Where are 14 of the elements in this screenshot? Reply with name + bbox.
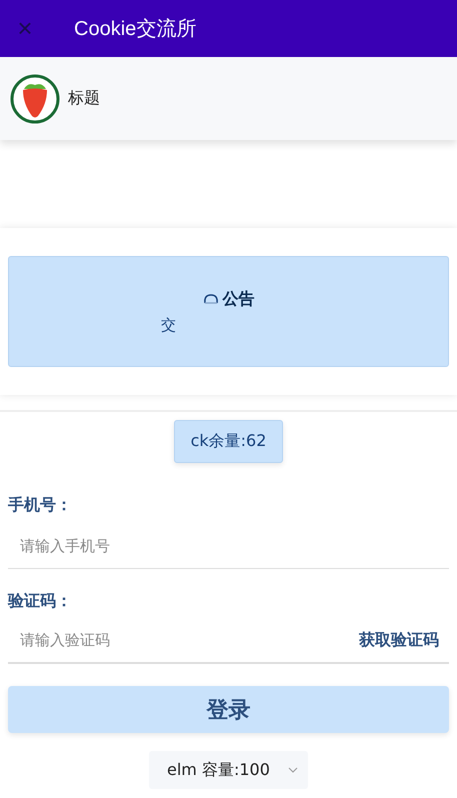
capacity-select[interactable]: elm 容量:100: [149, 751, 308, 789]
nav-title: 标题: [68, 88, 100, 109]
field-label: 验证码：: [8, 591, 73, 612]
carrot-logo-icon: [10, 74, 60, 124]
login-button[interactable]: 登录: [8, 686, 449, 733]
remaining-count-badge: ck余量:62: [174, 420, 284, 463]
notice-title: 公告: [222, 288, 254, 310]
input-field[interactable]: 请输入验证码: [8, 631, 349, 649]
get-code-button[interactable]: 获取验证码: [349, 630, 449, 650]
input-field[interactable]: 请输入手机号: [8, 537, 449, 555]
app-title: Cookie交流所: [74, 17, 196, 42]
caret-icon: [288, 767, 298, 773]
notice-text: 交: [161, 316, 176, 334]
field-label: 手机号：: [8, 495, 73, 516]
